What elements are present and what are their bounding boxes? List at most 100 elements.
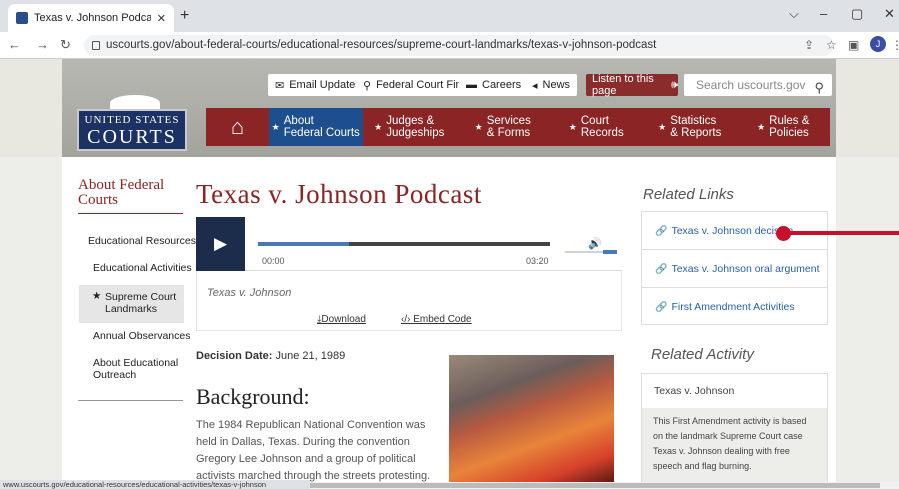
envelope-icon: ✉ [275,79,285,92]
nav-label: Court Records [580,115,624,139]
sidebar-item-educational-resources[interactable]: Educational Resources [88,235,196,247]
embed-code-link[interactable]: ‹/› Embed Code [401,314,472,325]
nav-court-records[interactable]: ★ Court Records [550,108,644,146]
minimize-icon[interactable]: – [820,6,827,21]
nav-label: Judges & Judgeships [386,115,445,139]
audio-player: ▶ 00:00 03:20 🔊 [196,217,622,271]
related-link-label: Texas v. Johnson oral argument [671,263,820,275]
url-field[interactable]: uscourts.gov/about-federal-courts/educat… [84,35,834,56]
site-search-input[interactable]: Search uscourts.gov ⚲ [684,74,832,96]
play-button[interactable]: ▶ [196,217,245,271]
link-icon: 🔗 [655,264,668,275]
email-updates-link[interactable]: ✉ Email Updates [268,74,368,96]
nav-services[interactable]: ★ Services & Forms [456,108,550,146]
news-label: News [542,79,571,91]
listen-label: Listen to this page [592,73,654,97]
site-logo[interactable]: UNITED STATES COURTS [77,109,187,151]
sidebar-item-annual-observances[interactable]: Annual Observances [93,330,190,342]
burning-flag-image [449,355,614,482]
address-bar: ← → ↻ uscourts.gov/about-federal-courts/… [0,32,899,59]
nav-about-federal-courts[interactable]: ★ About Federal Courts [269,108,363,146]
logo-line-1: UNITED STATES [84,114,180,126]
tab-close-icon[interactable]: ✕ [157,12,166,25]
right-gutter [836,157,899,482]
sidebar-divider [78,213,183,214]
star-icon: ★ [757,122,766,132]
sidebar-item-educational-outreach[interactable]: About Educational Outreach [93,357,183,381]
link-icon: 🔗 [655,302,668,313]
background-text: The 1984 Republican National Convention … [196,419,431,482]
duration: 03:20 [526,256,549,266]
nav-label: Rules & Policies [769,115,810,139]
star-icon: ★ [658,122,667,132]
email-updates-label: Email Updates [289,79,361,91]
star-icon: ★ [92,290,102,302]
related-links-title: Related Links [643,186,734,203]
page-title: Texas v. Johnson Podcast [196,179,482,209]
decision-date: Decision Date: June 21, 1989 [196,350,345,362]
close-window-icon[interactable]: ✕ [884,6,895,22]
tab-title: Texas v. Johnson Podcast | United [34,12,151,24]
star-icon: ★ [374,122,383,132]
player-caption-box: Texas v. Johnson ⤓Download ‹/› Embed Cod… [196,271,622,331]
related-link-oral-argument[interactable]: 🔗 Texas v. Johnson oral argument [642,250,827,288]
back-icon[interactable]: ← [8,37,21,52]
nav-rules[interactable]: ★ Rules & Policies [737,108,831,146]
progress-fill [258,242,349,246]
main-navigation: ⌂ ★ About Federal Courts ★ Judges & Judges… [206,108,830,146]
scrollbar-thumb[interactable] [310,483,880,488]
maximize-icon[interactable]: ▢ [851,6,863,22]
lock-icon [92,41,100,50]
background-heading: Background: [196,384,310,409]
star-icon: ★ [568,122,577,132]
link-icon: 🔗 [655,226,668,237]
status-bar-url: www.uscourts.gov/educational-resources/e… [0,480,310,489]
nav-judges[interactable]: ★ Judges & Judgeships [363,108,457,146]
search-placeholder: Search uscourts.gov [696,78,806,92]
decision-label: Decision Date: [196,350,273,362]
decision-value: June 21, 1989 [275,350,346,362]
star-icon: ★ [271,122,280,132]
bookmark-star-icon[interactable]: ☆ [826,38,837,52]
new-tab-button[interactable]: + [180,7,189,25]
browser-tab-bar: Texas v. Johnson Podcast | United ✕ + ⌵ … [0,0,899,32]
menu-icon[interactable]: ⋮ [891,38,899,52]
left-gutter [0,157,62,482]
home-icon[interactable]: ⌂ [206,108,269,146]
volume-icon[interactable]: 🔊 [588,237,602,250]
nav-label: About Federal Courts [283,115,360,139]
related-activity-box: Texas v. Johnson This First Amendment ac… [641,373,828,483]
download-link[interactable]: ⤓Download [317,314,366,325]
avatar[interactable]: J [870,36,886,52]
nav-statistics[interactable]: ★ Statistics & Reports [643,108,737,146]
star-icon: ★ [474,122,483,132]
progress-track[interactable] [258,242,550,246]
search-icon[interactable]: ⚲ [814,77,824,99]
tab-search-icon[interactable]: ⌵ [789,6,799,22]
related-activity-heading[interactable]: Texas v. Johnson [654,385,734,397]
map-pin-icon: ⚲ [363,79,372,92]
related-activity-title: Related Activity [651,346,754,363]
download-label: Download [321,314,366,325]
player-caption: Texas v. Johnson [207,287,292,299]
news-link[interactable]: ◂ News [525,74,578,96]
volume-slider[interactable] [565,250,617,254]
related-link-label: Texas v. Johnson decision [671,225,794,237]
annotation-pointer-line [784,231,899,235]
sidebar-item-educational-activities[interactable]: Educational Activities [93,262,192,274]
listen-button[interactable]: Listen to this page 🕪 [586,73,678,97]
browser-tab[interactable]: Texas v. Johnson Podcast | United ✕ [8,4,174,32]
related-link-first-amendment[interactable]: 🔗 First Amendment Activities [642,288,827,326]
side-panel-icon[interactable]: ▣ [848,38,859,52]
sidebar-item-supreme-court-landmarks[interactable]: Supreme Court Landmarks [105,291,177,315]
reload-icon[interactable]: ↻ [60,37,71,53]
careers-link[interactable]: ▬ Careers [459,74,529,96]
share-icon[interactable]: ⇪ [804,38,814,52]
nav-label: Services & Forms [486,115,531,139]
volume-fill [603,250,617,254]
sidebar-title[interactable]: About Federal Courts [78,178,188,208]
horizontal-scrollbar[interactable] [310,482,899,489]
url-text: uscourts.gov/about-federal-courts/educat… [106,39,657,51]
embed-label: Embed Code [413,314,472,325]
forward-icon[interactable]: → [36,37,49,52]
